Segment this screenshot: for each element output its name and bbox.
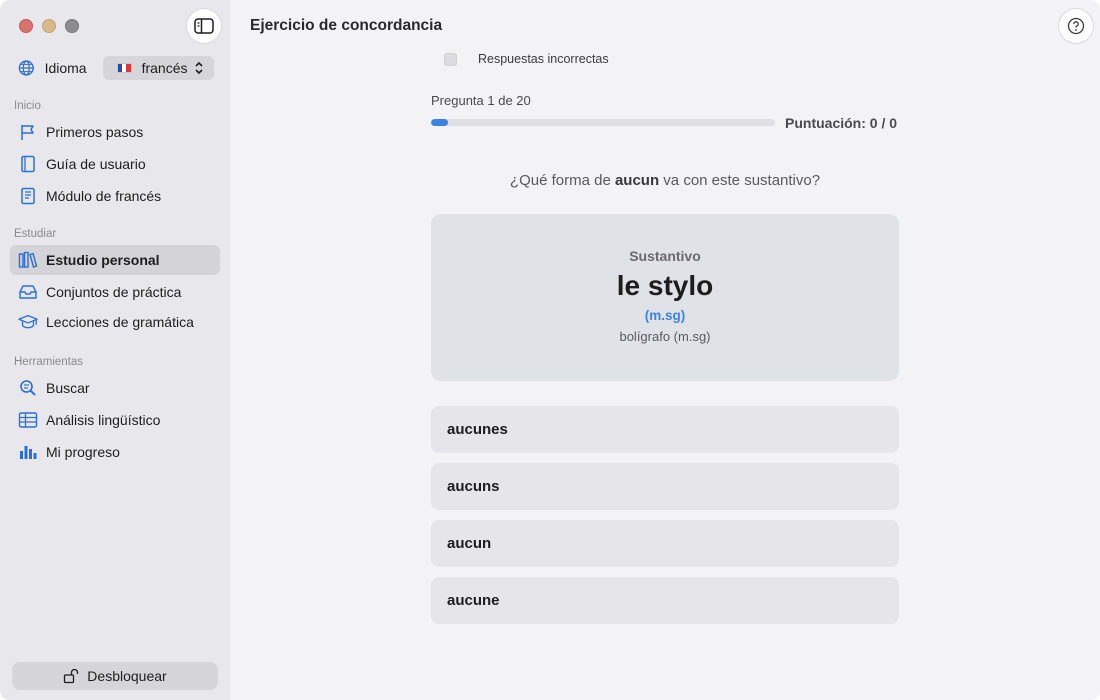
wrong-answers-label: Respuestas incorrectas — [478, 52, 609, 66]
unlock-button[interactable]: Desbloquear — [12, 662, 218, 690]
globe-icon — [18, 60, 34, 76]
books-icon — [18, 250, 38, 270]
main-content: Ejercicio de concordancia Respuestas inc… — [230, 0, 1100, 700]
help-button[interactable] — [1058, 8, 1094, 44]
sidebar-item-label: Guía de usuario — [46, 156, 146, 172]
table-icon — [18, 410, 38, 430]
france-flag-icon — [116, 63, 132, 73]
sidebar-item-estudio-personal[interactable]: Estudio personal — [10, 245, 220, 275]
progress-bar — [431, 119, 775, 126]
sidebar-item-label: Lecciones de gramática — [46, 314, 194, 330]
maximize-window-button[interactable] — [65, 19, 79, 33]
question-suffix: va con este sustantivo? — [659, 172, 821, 189]
section-title-herramientas: Herramientas — [14, 356, 84, 368]
section-title-inicio: Inicio — [14, 100, 41, 112]
language-label: Idioma — [44, 60, 87, 76]
answer-option[interactable]: aucune — [431, 577, 899, 624]
noun-translation: bolígrafo (m.sg) — [619, 329, 711, 344]
window-controls — [19, 19, 79, 33]
sidebar-item-label: Módulo de francés — [46, 188, 162, 204]
noun-card: Sustantivo le stylo (m.sg) bolígrafo (m.… — [431, 214, 899, 381]
sidebar-item-guia-usuario[interactable]: Guía de usuario — [10, 149, 220, 179]
updown-chevron-icon — [195, 61, 203, 75]
app-window: Idioma francés Inicio Primeros pasos Guí… — [0, 0, 1100, 700]
sidebar: Idioma francés Inicio Primeros pasos Guí… — [0, 0, 230, 700]
question-prefix: ¿Qué forma de — [509, 172, 615, 189]
sidebar-item-buscar[interactable]: Buscar — [10, 373, 220, 403]
progress-label: Pregunta 1 de 20 — [431, 93, 531, 108]
graduation-cap-icon — [18, 312, 38, 332]
book-icon — [18, 154, 38, 174]
sidebar-item-conjuntos-practica[interactable]: Conjuntos de práctica — [10, 277, 220, 307]
sidebar-icon — [194, 18, 214, 34]
sidebar-item-primeros-pasos[interactable]: Primeros pasos — [10, 117, 220, 147]
language-value: francés — [141, 60, 188, 76]
question-text: ¿Qué forma de aucun va con este sustanti… — [431, 172, 899, 189]
close-window-button[interactable] — [19, 19, 33, 33]
sidebar-item-analisis-linguistico[interactable]: Análisis lingüístico — [10, 405, 220, 435]
question-word: aucun — [614, 172, 660, 189]
section-title-estudiar: Estudiar — [14, 228, 57, 240]
magnifier-icon — [18, 378, 38, 398]
answer-option[interactable]: aucuns — [431, 463, 899, 510]
wrong-answers-checkbox[interactable] — [444, 52, 457, 66]
noun-word: le stylo — [616, 270, 714, 301]
answer-option[interactable]: aucun — [431, 520, 899, 567]
flag-icon — [18, 122, 38, 142]
sidebar-item-label: Primeros pasos — [46, 124, 144, 140]
sidebar-item-lecciones-gramatica[interactable]: Lecciones de gramática — [10, 307, 220, 337]
language-select[interactable]: francés — [102, 56, 214, 80]
module-book-icon — [18, 186, 38, 206]
sidebar-toggle-button[interactable] — [186, 8, 222, 44]
progress-fill — [431, 119, 449, 126]
noun-gender: (m.sg) — [644, 308, 686, 323]
sidebar-item-label: Mi progreso — [46, 444, 120, 460]
answer-option[interactable]: aucunes — [431, 406, 899, 453]
sidebar-item-label: Buscar — [46, 380, 90, 396]
language-row: Idioma francés — [18, 56, 214, 80]
wrong-answers-toggle[interactable]: Respuestas incorrectas — [444, 52, 609, 66]
bar-chart-icon — [18, 442, 38, 462]
unlock-icon — [63, 668, 79, 684]
sidebar-item-mi-progreso[interactable]: Mi progreso — [10, 437, 220, 467]
sidebar-item-label: Análisis lingüístico — [46, 412, 161, 428]
unlock-label: Desbloquear — [87, 668, 167, 684]
minimize-window-button[interactable] — [42, 19, 56, 33]
answer-options: aucunes aucuns aucun aucune — [431, 406, 899, 634]
sidebar-item-label: Estudio personal — [46, 252, 160, 268]
sidebar-item-label: Conjuntos de práctica — [46, 284, 182, 300]
question-mark-icon — [1067, 17, 1085, 35]
tray-icon — [18, 282, 38, 302]
page-title: Ejercicio de concordancia — [250, 17, 443, 34]
score-label: Puntuación: 0 / 0 — [785, 115, 898, 131]
sidebar-item-modulo-frances[interactable]: Módulo de francés — [10, 181, 220, 211]
noun-kind: Sustantivo — [629, 248, 701, 264]
